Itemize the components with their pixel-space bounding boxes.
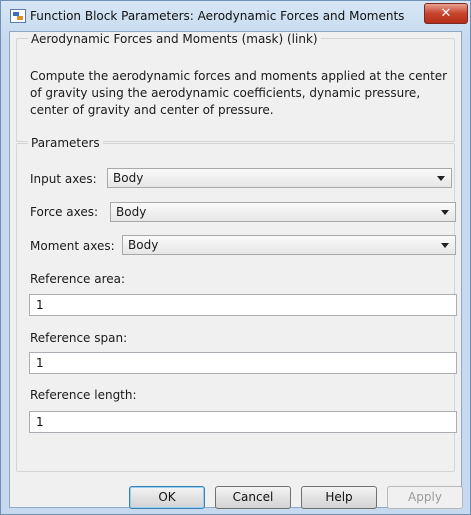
description-group-title: Aerodynamic Forces and Moments (mask) (l… [28,32,321,46]
reference-area-label: Reference area: [30,272,126,286]
chevron-down-icon [437,176,445,181]
force-axes-value: Body [116,205,147,219]
reference-length-label: Reference length: [30,388,137,402]
input-axes-label: Input axes: [30,172,97,186]
moment-axes-value: Body [128,238,159,252]
simulink-block-icon [10,9,26,23]
help-button[interactable]: Help [301,486,377,509]
cancel-button[interactable]: Cancel [215,486,291,509]
reference-span-label: Reference span: [30,331,128,345]
ok-button[interactable]: OK [129,486,205,509]
title-bar[interactable]: Function Block Parameters: Aerodynamic F… [1,1,470,31]
moment-axes-label: Moment axes: [30,239,115,253]
block-description: Compute the aerodynamic forces and momen… [30,69,448,117]
apply-button[interactable]: Apply [387,486,463,509]
close-button[interactable]: ✕ [424,3,468,24]
reference-area-input[interactable] [29,294,457,316]
moment-axes-dropdown[interactable]: Body [122,235,456,255]
dialog-body: Aerodynamic Forces and Moments (mask) (l… [9,31,462,508]
window-title: Function Block Parameters: Aerodynamic F… [30,9,405,23]
reference-length-input[interactable] [29,411,457,433]
input-axes-dropdown[interactable]: Body [107,168,452,188]
input-axes-value: Body [113,171,144,185]
reference-span-input[interactable] [29,352,457,374]
dialog-window: Function Block Parameters: Aerodynamic F… [0,0,471,515]
force-axes-label: Force axes: [30,205,99,219]
chevron-down-icon [441,210,449,215]
force-axes-dropdown[interactable]: Body [110,202,456,222]
parameters-group-title: Parameters [28,136,103,150]
chevron-down-icon [441,243,449,248]
